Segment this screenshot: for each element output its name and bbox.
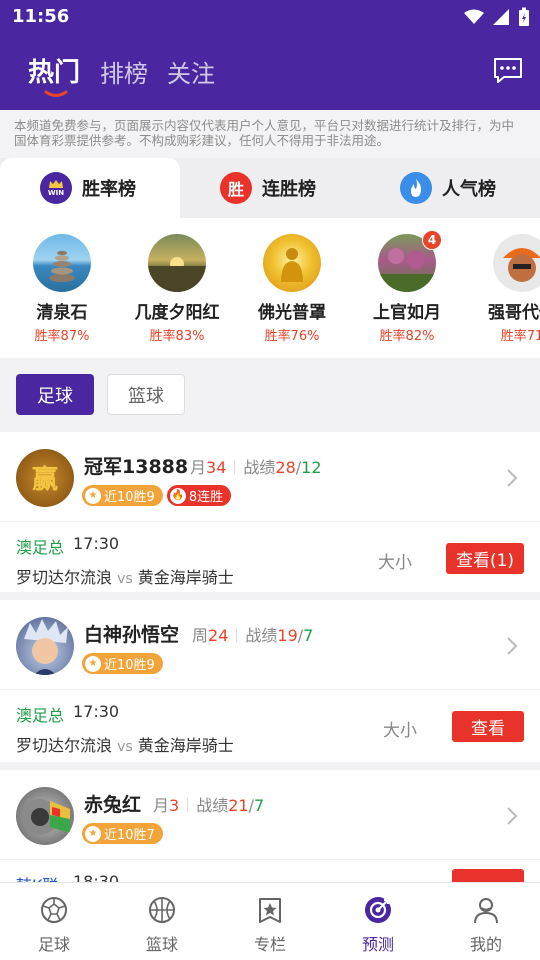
card-header[interactable]: 白神孙悟空 周24 战绩19/7 ★ 近10胜9 [0, 600, 540, 690]
rank-tab-streak[interactable]: 胜 连胜榜 [220, 158, 316, 218]
star-icon: ★ [85, 825, 101, 842]
expert-name: 赤兔红 [84, 794, 142, 816]
expert-name: 冠军13888 [84, 456, 189, 478]
signal-icon [493, 9, 509, 25]
profile-icon [474, 898, 498, 924]
view-button[interactable]: 查看 [452, 711, 524, 742]
expert-stats: 周24 战绩19/7 [192, 626, 314, 645]
expert-item[interactable]: 几度夕阳红 胜率83% [122, 234, 232, 344]
match-row[interactable]: 澳足总 17:30 罗切达尔流浪 vs 黄金海岸骑士 大小 查看(1) [0, 522, 540, 600]
bet-type: 大小 [378, 553, 412, 573]
expert-item[interactable]: 强哥代你 胜率71 [467, 234, 540, 344]
rank-tab-popular[interactable]: 人气榜 [400, 158, 496, 218]
notification-badge: 4 [422, 230, 442, 250]
match-row[interactable]: 澳足总 17:30 罗切达尔流浪 vs 黄金海岸骑士 大小 查看 [0, 690, 540, 768]
expert-card[interactable]: 赢 冠军13888 月34 战绩28/12 ★ 近10胜9 🔥 8连胜 澳足总 17:… [0, 432, 540, 592]
recent-wins-badge: ★ 近10胜7 [82, 823, 163, 844]
view-button[interactable]: 查看(1) [446, 543, 524, 574]
avatar [263, 234, 321, 292]
status-time: 11:56 [12, 6, 70, 27]
expert-stats: 月34 战绩28/12 [190, 458, 322, 477]
wifi-icon [464, 9, 484, 24]
nav-column[interactable]: 专栏 [230, 895, 310, 955]
battery-icon [519, 7, 529, 26]
prediction-icon [365, 897, 391, 923]
bottom-nav: 足球 篮球 专栏 预测 我的 [0, 882, 540, 960]
league-name: 韩K联 [16, 872, 59, 882]
recent-wins-badge: ★ 近10胜9 [82, 485, 163, 506]
rank-tab-label: 连胜榜 [262, 179, 316, 200]
avatar [493, 234, 540, 292]
match-time: 17:30 [73, 702, 120, 721]
badge-row: ★ 近10胜9 [82, 653, 163, 674]
badge-row: ★ 近10胜7 [82, 823, 163, 844]
match-time: 18:30 [73, 872, 120, 882]
view-button[interactable] [452, 869, 524, 882]
chevron-right-icon [507, 469, 518, 487]
filter-football-button[interactable]: 足球 [16, 374, 94, 415]
rank-tab-win-rate[interactable]: WIN 胜率榜 [0, 158, 180, 218]
nav-basketball[interactable]: 篮球 [122, 895, 202, 955]
tab-ranking[interactable]: 排榜 [100, 54, 148, 89]
disclaimer-text: 本频道免费参与，页面展示内容仅代表用户个人意见，平台只对数据进行统计及排行，为中… [0, 110, 540, 158]
match-time: 17:30 [73, 534, 120, 553]
flame-icon [400, 172, 432, 204]
expert-item[interactable]: 4 上官如月 胜率82% [352, 230, 462, 344]
avatar [148, 234, 206, 292]
nav-football[interactable]: 足球 [14, 895, 94, 955]
chevron-right-icon [507, 807, 518, 825]
top-header: 热门 排榜 关注 [0, 34, 540, 110]
rank-tab-label: 胜率榜 [82, 179, 136, 200]
star-icon: ★ [85, 655, 101, 672]
flame-icon: 🔥 [169, 487, 186, 504]
nav-prediction[interactable]: 预测 [338, 895, 418, 955]
expert-item[interactable]: 佛光普罩 胜率76% [237, 234, 347, 344]
expert-card[interactable]: 白神孙悟空 周24 战绩19/7 ★ 近10胜9 澳足总 17:30 罗切达尔流浪 … [0, 600, 540, 762]
league-name: 澳足总 [16, 706, 65, 725]
chevron-right-icon [507, 637, 518, 655]
match-row[interactable]: 韩K联 18:30 [0, 860, 540, 882]
expert-stats: 月3 战绩21/7 [153, 796, 265, 815]
rank-tabs: WIN 胜率榜 胜 连胜榜 人气榜 [0, 158, 540, 218]
crown-win-icon: WIN [40, 172, 72, 204]
status-icons [464, 7, 530, 27]
message-icon[interactable] [492, 56, 524, 84]
avatar [33, 234, 91, 292]
league-name: 澳足总 [16, 538, 65, 557]
card-header[interactable]: 赤兔红 月3 战绩21/7 ★ 近10胜7 [0, 770, 540, 860]
svg-text:赢: 赢 [32, 464, 58, 495]
column-star-icon [259, 898, 281, 923]
expert-name: 白神孙悟空 [84, 624, 180, 646]
match-teams: 罗切达尔流浪 vs 黄金海岸骑士 [16, 736, 234, 755]
nav-profile[interactable]: 我的 [446, 895, 526, 955]
badge-row: ★ 近10胜9 🔥 8连胜 [82, 485, 232, 506]
expert-card[interactable]: 赤兔红 月3战绩21/7 ★近10胜7 韩K联 18:30 [0, 770, 540, 882]
status-bar: 11:56 [0, 0, 540, 34]
win-streak-icon: 胜 [220, 172, 252, 204]
match-teams: 罗切达尔流浪 vs 黄金海岸骑士 [16, 568, 234, 587]
avatar: 4 [378, 230, 442, 292]
card-header[interactable]: 赢 冠军13888 月34 战绩28/12 ★ 近10胜9 🔥 8连胜 [0, 432, 540, 522]
tab-active-indicator [44, 90, 68, 97]
bet-type: 大小 [383, 721, 417, 741]
avatar [16, 787, 74, 845]
expert-item[interactable]: 清泉石 胜率87% [7, 234, 117, 344]
expert-strip: 清泉石 胜率87% 几度夕阳红 胜率83% 佛光普罩 胜率76% 4 上官如月 … [0, 218, 540, 358]
sport-filter: 足球 篮球 [0, 358, 540, 432]
tab-follow[interactable]: 关注 [167, 54, 215, 89]
rank-tab-label: 人气榜 [442, 179, 496, 200]
star-icon: ★ [85, 487, 101, 504]
win-streak-badge: 🔥 8连胜 [166, 485, 232, 506]
recent-wins-badge: ★ 近10胜9 [82, 653, 163, 674]
avatar [16, 617, 74, 675]
filter-basketball-button[interactable]: 篮球 [107, 374, 185, 415]
football-icon [41, 897, 67, 923]
tab-hot[interactable]: 热门 [28, 52, 80, 89]
basketball-icon [149, 897, 175, 923]
avatar: 赢 [16, 449, 74, 507]
